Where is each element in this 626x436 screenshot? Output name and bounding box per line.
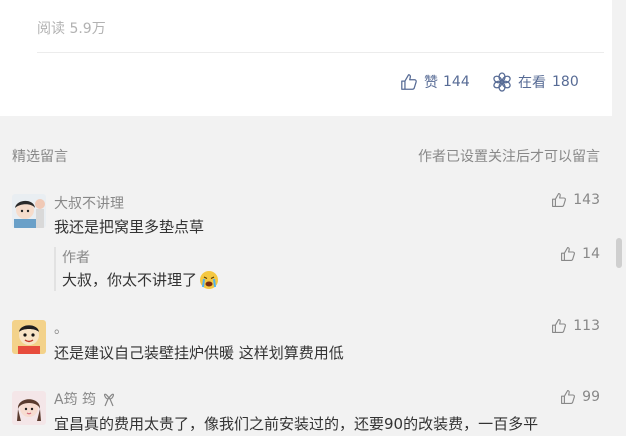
- ribbon-icon: [104, 393, 115, 407]
- thumbs-up-icon: [552, 193, 567, 207]
- reply-like-button[interactable]: 14: [560, 246, 600, 262]
- avatar[interactable]: [12, 194, 46, 228]
- like-label: 赞: [424, 75, 438, 91]
- like-count: 144: [443, 74, 470, 90]
- comment-content: 还是建议自己装壁挂炉供暖 这样划算费用低: [54, 344, 344, 362]
- look-label: 在看: [518, 75, 546, 91]
- comment-like-button[interactable]: 113: [551, 318, 600, 334]
- comment-like-count: 113: [573, 318, 600, 334]
- avatar[interactable]: [12, 320, 46, 354]
- comment-nickname: 。: [54, 321, 68, 337]
- comments-header: 精选留言 作者已设置关注后才可以留言: [0, 146, 612, 166]
- reply-like-count: 14: [582, 246, 600, 262]
- flower-icon: [493, 72, 511, 92]
- avatar[interactable]: [12, 391, 46, 425]
- comment-nickname: 大叔不讲理: [54, 196, 124, 212]
- comment-nickname-row: A筠 筠: [54, 389, 116, 409]
- reply-nickname: 作者: [62, 250, 90, 266]
- look-count: 180: [552, 74, 579, 90]
- comment-like-button[interactable]: 99: [560, 389, 600, 405]
- scrollbar[interactable]: [612, 0, 626, 436]
- article-footer: 阅读 5.9万 赞 144 在看 180: [0, 0, 612, 116]
- reply-content: 大叔，你太不讲理了: [62, 271, 198, 289]
- comment-content: 我还是把窝里多垫点草: [54, 218, 205, 236]
- comment-like-count: 143: [573, 192, 600, 208]
- read-count: 阅读 5.9万: [37, 21, 106, 37]
- thumbs-up-icon: [552, 319, 567, 333]
- scrollbar-thumb[interactable]: [616, 238, 622, 268]
- thumbs-up-icon: [561, 247, 576, 261]
- like-button[interactable]: 赞 144: [400, 71, 470, 93]
- thumbs-up-icon: [561, 390, 576, 404]
- comment-like-button[interactable]: 143: [551, 192, 600, 208]
- divider: [37, 52, 604, 53]
- thumbs-up-icon: [401, 74, 417, 90]
- reply-content-row: 大叔，你太不讲理了: [62, 269, 219, 290]
- comments-notice: 作者已设置关注后才可以留言: [418, 149, 600, 165]
- comment-content: 宜昌真的费用太贵了，像我们之前安装过的，还要90的改装费，一百多平: [54, 415, 539, 433]
- comments-title: 精选留言: [12, 149, 68, 165]
- comment-like-count: 99: [582, 389, 600, 405]
- comment-nickname: A筠 筠: [54, 392, 97, 408]
- crying-emoji-icon: [200, 270, 219, 289]
- look-button[interactable]: 在看 180: [492, 71, 579, 93]
- reply-indicator: [54, 247, 56, 291]
